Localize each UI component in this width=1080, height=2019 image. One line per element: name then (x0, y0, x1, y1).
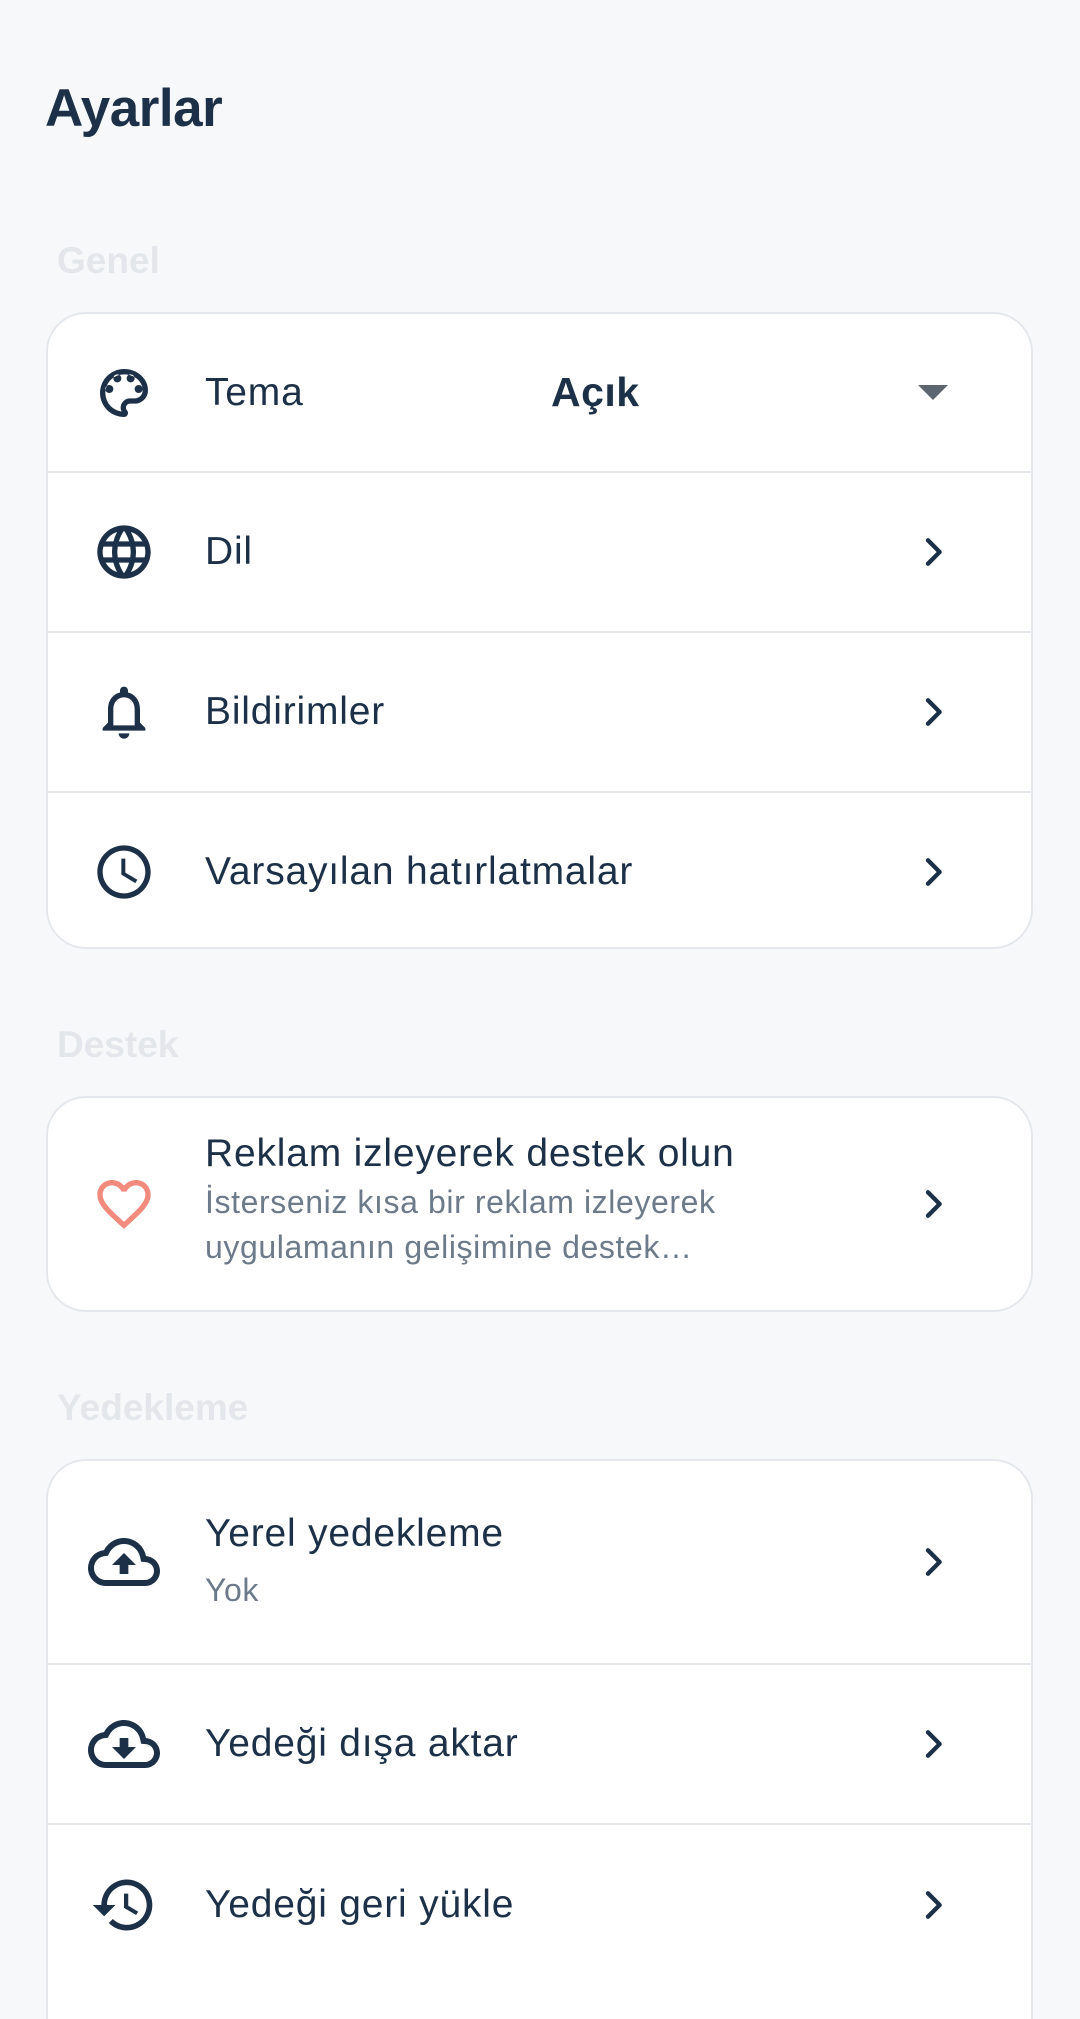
local-backup-text: Yerel yedekleme Yok (205, 1512, 881, 1613)
general-settings-card: Tema Açık Dil Bildirimler Varsayılan hat… (46, 312, 1033, 949)
restore-history-icon (88, 1873, 160, 1937)
watch-ad-text: Reklam izleyerek destek olun İsterseniz … (205, 1132, 841, 1270)
export-backup-text: Yedeği dışa aktar (205, 1722, 881, 1766)
reminders-label: Varsayılan hatırlatmalar (205, 850, 634, 893)
heart-icon (92, 1172, 156, 1236)
theme-label: Tema (205, 370, 304, 414)
reminders-row[interactable]: Varsayılan hatırlatmalar (48, 793, 1031, 947)
backup-card: Yerel yedekleme Yok Yedeği dışa aktar Ye… (46, 1459, 1033, 2019)
caret-down-icon[interactable] (918, 385, 948, 400)
bell-icon (92, 680, 156, 744)
cloud-download-icon (88, 1712, 160, 1776)
watch-ad-description: İsterseniz kısa bir reklam izleyerek uyg… (205, 1184, 716, 1265)
chevron-right-icon (913, 692, 953, 732)
section-title-general: Genel (57, 240, 160, 281)
notifications-text: Bildirimler (205, 690, 881, 734)
restore-backup-label: Yedeği geri yükle (205, 1883, 515, 1926)
local-backup-value: Yok (205, 1571, 260, 1608)
chevron-right-icon (913, 1724, 953, 1764)
clock-icon (92, 840, 156, 904)
restore-backup-text: Yedeği geri yükle (205, 1883, 881, 1927)
language-row[interactable]: Dil (48, 473, 1031, 633)
language-text: Dil (205, 530, 881, 574)
watch-ad-label: Reklam izleyerek destek olun (205, 1132, 735, 1175)
section-title-support: Destek (57, 1024, 179, 1065)
theme-text: Tema (205, 371, 881, 415)
cloud-upload-icon (88, 1530, 160, 1594)
local-backup-row[interactable]: Yerel yedekleme Yok (48, 1461, 1031, 1665)
chevron-right-icon (913, 1184, 953, 1224)
language-label: Dil (205, 530, 253, 573)
notifications-label: Bildirimler (205, 690, 385, 733)
reminders-text: Varsayılan hatırlatmalar (205, 850, 881, 894)
local-backup-label: Yerel yedekleme (205, 1511, 504, 1555)
export-backup-label: Yedeği dışa aktar (205, 1722, 519, 1765)
chevron-right-icon (913, 1542, 953, 1582)
notifications-row[interactable]: Bildirimler (48, 633, 1031, 793)
palette-icon (92, 361, 156, 425)
chevron-right-icon (913, 852, 953, 892)
globe-icon (92, 520, 156, 584)
theme-dropdown-value[interactable]: Açık (551, 369, 640, 416)
export-backup-row[interactable]: Yedeği dışa aktar (48, 1665, 1031, 1825)
chevron-right-icon (913, 1885, 953, 1925)
restore-backup-row[interactable]: Yedeği geri yükle (48, 1825, 1031, 1985)
page-title: Ayarlar (45, 79, 223, 138)
theme-row[interactable]: Tema Açık (48, 314, 1031, 473)
section-title-backup: Yedekleme (57, 1387, 249, 1428)
watch-ad-row[interactable]: Reklam izleyerek destek olun İsterseniz … (48, 1098, 1031, 1310)
chevron-right-icon (913, 532, 953, 572)
support-card: Reklam izleyerek destek olun İsterseniz … (46, 1096, 1033, 1312)
